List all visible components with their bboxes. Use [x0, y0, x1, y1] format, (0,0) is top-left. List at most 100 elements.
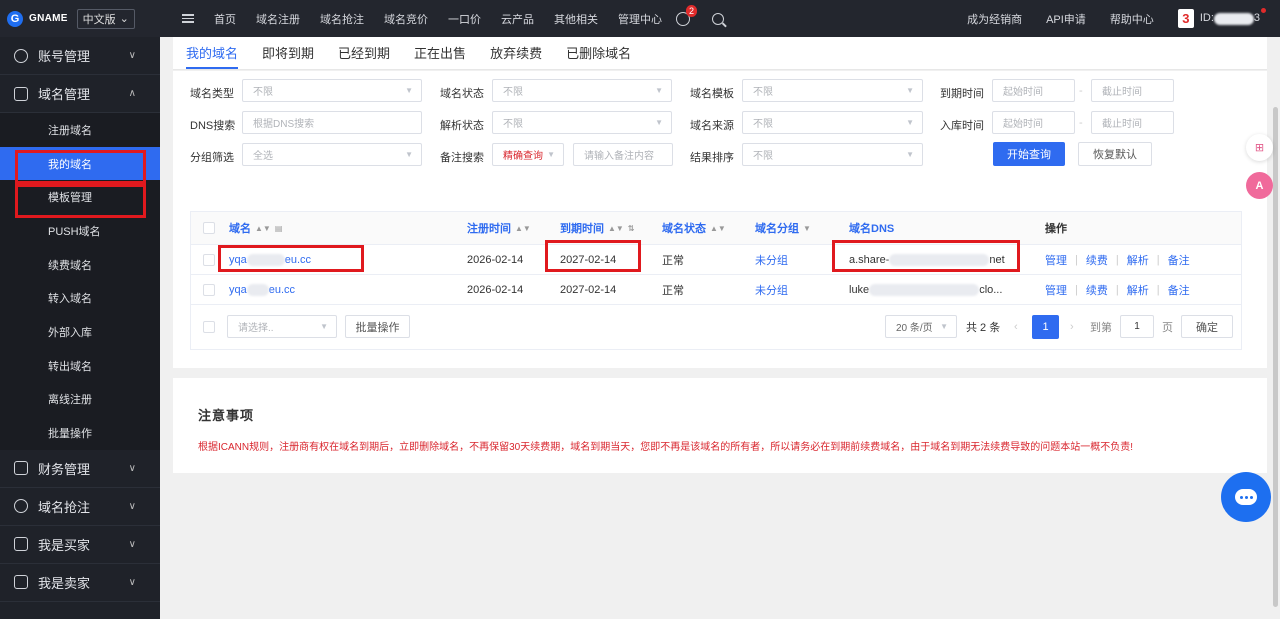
tab-abandoned[interactable]: 放弃续费: [490, 43, 542, 69]
col-domain[interactable]: 域名 ▲▼ ▤: [229, 212, 282, 244]
chat-support-button[interactable]: [1221, 472, 1271, 522]
renew-link[interactable]: 续费: [1086, 252, 1108, 268]
sidebar-group-seller[interactable]: 我是卖家 ∨: [0, 564, 160, 602]
scrollbar-thumb[interactable]: [1273, 107, 1278, 607]
renew-link[interactable]: 续费: [1086, 282, 1108, 298]
user-id[interactable]: ID: 3: [1200, 8, 1266, 25]
tab-expiring[interactable]: 即将到期: [262, 43, 314, 69]
message-icon[interactable]: 2: [676, 4, 698, 26]
resolve-link[interactable]: 解析: [1127, 252, 1149, 268]
chevron-down-icon: ▼: [940, 322, 948, 331]
col-status[interactable]: 域名状态 ▲▼: [662, 212, 726, 244]
import-end-input[interactable]: 截止时间: [1091, 111, 1174, 134]
remark-match-select[interactable]: 精确查询 ▼: [492, 143, 564, 166]
exp-date: 2027-02-14: [560, 283, 617, 296]
remark-link[interactable]: 备注: [1168, 282, 1190, 298]
goto-confirm-button[interactable]: 确定: [1181, 315, 1233, 338]
group-filter-select[interactable]: 全选 ▼: [242, 143, 422, 166]
sidebar-item-offline[interactable]: 离线注册: [0, 383, 160, 417]
resolve-status-select[interactable]: 不限 ▼: [492, 111, 672, 134]
translate-icon[interactable]: A: [1246, 172, 1273, 199]
language-select[interactable]: 中文版 ⌄: [76, 8, 135, 29]
group-link[interactable]: 未分组: [755, 245, 788, 274]
action-separator: |: [1075, 283, 1078, 296]
help-center-link[interactable]: 帮助中心: [1110, 11, 1154, 27]
nav-management[interactable]: 管理中心: [618, 11, 662, 27]
reset-default-button[interactable]: 恢复默认: [1078, 142, 1152, 166]
sidebar-group-buyer[interactable]: 我是买家 ∨: [0, 526, 160, 564]
group-link[interactable]: 未分组: [755, 275, 788, 304]
nav-register[interactable]: 域名注册: [256, 11, 300, 27]
nav-other[interactable]: 其他相关: [554, 11, 598, 27]
domain-source-select[interactable]: 不限 ▼: [742, 111, 923, 134]
become-reseller-link[interactable]: 成为经销商: [967, 11, 1022, 27]
bulk-action-select[interactable]: 请选择.. ▼: [227, 315, 337, 338]
nav-cloud[interactable]: 云产品: [501, 11, 534, 27]
sidebar-item-register[interactable]: 注册域名: [0, 113, 160, 147]
nav-snapback[interactable]: 域名抢注: [320, 11, 364, 27]
sidebar-item-batch[interactable]: 批量操作: [0, 416, 160, 450]
remark-link[interactable]: 备注: [1168, 252, 1190, 268]
tab-expired[interactable]: 已经到期: [338, 43, 390, 69]
domain-type-select[interactable]: 不限 ▼: [242, 79, 422, 102]
row-checkbox[interactable]: [203, 253, 215, 266]
sidebar-group-label: 我是买家: [38, 537, 91, 553]
col-group[interactable]: 域名分组 ▼: [755, 212, 811, 244]
manage-link[interactable]: 管理: [1045, 252, 1067, 268]
next-page-icon[interactable]: ›: [1070, 305, 1074, 349]
search-icon[interactable]: [712, 12, 724, 25]
sidebar-item-external[interactable]: 外部入库: [0, 315, 160, 349]
goto-page-input[interactable]: 1: [1120, 315, 1154, 338]
manage-link[interactable]: 管理: [1045, 282, 1067, 298]
domain-suffix: eu.cc: [268, 283, 296, 296]
import-start-input[interactable]: 起始时间: [992, 111, 1075, 134]
result-sort-select[interactable]: 不限 ▼: [742, 143, 923, 166]
logo[interactable]: G GNAME 中文版 ⌄: [0, 8, 160, 29]
select-all-checkbox[interactable]: [203, 222, 215, 234]
apps-grid-icon[interactable]: ⊞: [1246, 134, 1273, 161]
reg-date: 2026-02-14: [467, 283, 524, 296]
start-search-button[interactable]: 开始查询: [993, 142, 1065, 166]
domain-status-select[interactable]: 不限 ▼: [492, 79, 672, 102]
dns-search-input[interactable]: 根据DNS搜索: [242, 111, 422, 134]
expire-start-input[interactable]: 起始时间: [992, 79, 1075, 102]
nav-fixed-price[interactable]: 一口价: [448, 11, 481, 27]
tab-my-domains[interactable]: 我的域名: [186, 43, 239, 69]
table-footer: 请选择.. ▼ 批量操作 20 条/页 ▼ 共 2 条 ‹ 1 › 到第 1 页 确…: [191, 305, 1241, 349]
action-separator: |: [1115, 283, 1119, 296]
sidebar-group-account[interactable]: 账号管理 ∨: [0, 37, 160, 75]
sidebar-item-push[interactable]: PUSH域名: [0, 214, 160, 248]
bulk-action-button[interactable]: 批量操作: [345, 315, 410, 338]
sidebar-item-renew[interactable]: 续费域名: [0, 248, 160, 282]
remark-search-input[interactable]: 请输入备注内容: [573, 143, 673, 166]
domain-template-select[interactable]: 不限 ▼: [742, 79, 923, 102]
sidebar-group-finance[interactable]: 财务管理 ∨: [0, 450, 160, 488]
chevron-down-icon: ▼: [655, 118, 663, 127]
filter-dropdown-icon: ▼: [803, 223, 811, 233]
footer-checkbox[interactable]: [203, 321, 215, 333]
nav-home[interactable]: 首页: [214, 11, 236, 27]
sidebar-item-transfer-out[interactable]: 转出域名: [0, 349, 160, 383]
avatar[interactable]: 3: [1177, 9, 1194, 28]
row-checkbox[interactable]: [203, 283, 215, 296]
message-count-badge: 2: [686, 4, 698, 17]
tab-deleted[interactable]: 已删除域名: [566, 43, 631, 69]
range-separator: -: [1079, 117, 1083, 129]
sidebar-group-domain[interactable]: 域名管理 ∧: [0, 75, 160, 113]
sidebar-item-transfer-in[interactable]: 转入域名: [0, 281, 160, 315]
nav-auction[interactable]: 域名竞价: [384, 11, 428, 27]
prev-page-icon[interactable]: ‹: [1014, 305, 1018, 349]
col-reg-time[interactable]: 注册时间 ▲▼: [467, 212, 531, 244]
resolve-link[interactable]: 解析: [1127, 282, 1149, 298]
expire-end-input[interactable]: 截止时间: [1091, 79, 1174, 102]
select-value: 不限: [753, 151, 773, 162]
domain-link[interactable]: yqa eu.cc: [229, 275, 295, 304]
api-apply-link[interactable]: API申请: [1046, 11, 1086, 27]
sidebar-group-snapback[interactable]: 域名抢注 ∨: [0, 488, 160, 526]
chat-icon: [1235, 489, 1257, 505]
tab-on-sale[interactable]: 正在出售: [414, 43, 466, 69]
page-number-current[interactable]: 1: [1032, 315, 1059, 339]
layers-icon: [14, 86, 28, 101]
page-size-select[interactable]: 20 条/页 ▼: [885, 315, 957, 338]
menu-toggle-icon[interactable]: [182, 14, 194, 23]
